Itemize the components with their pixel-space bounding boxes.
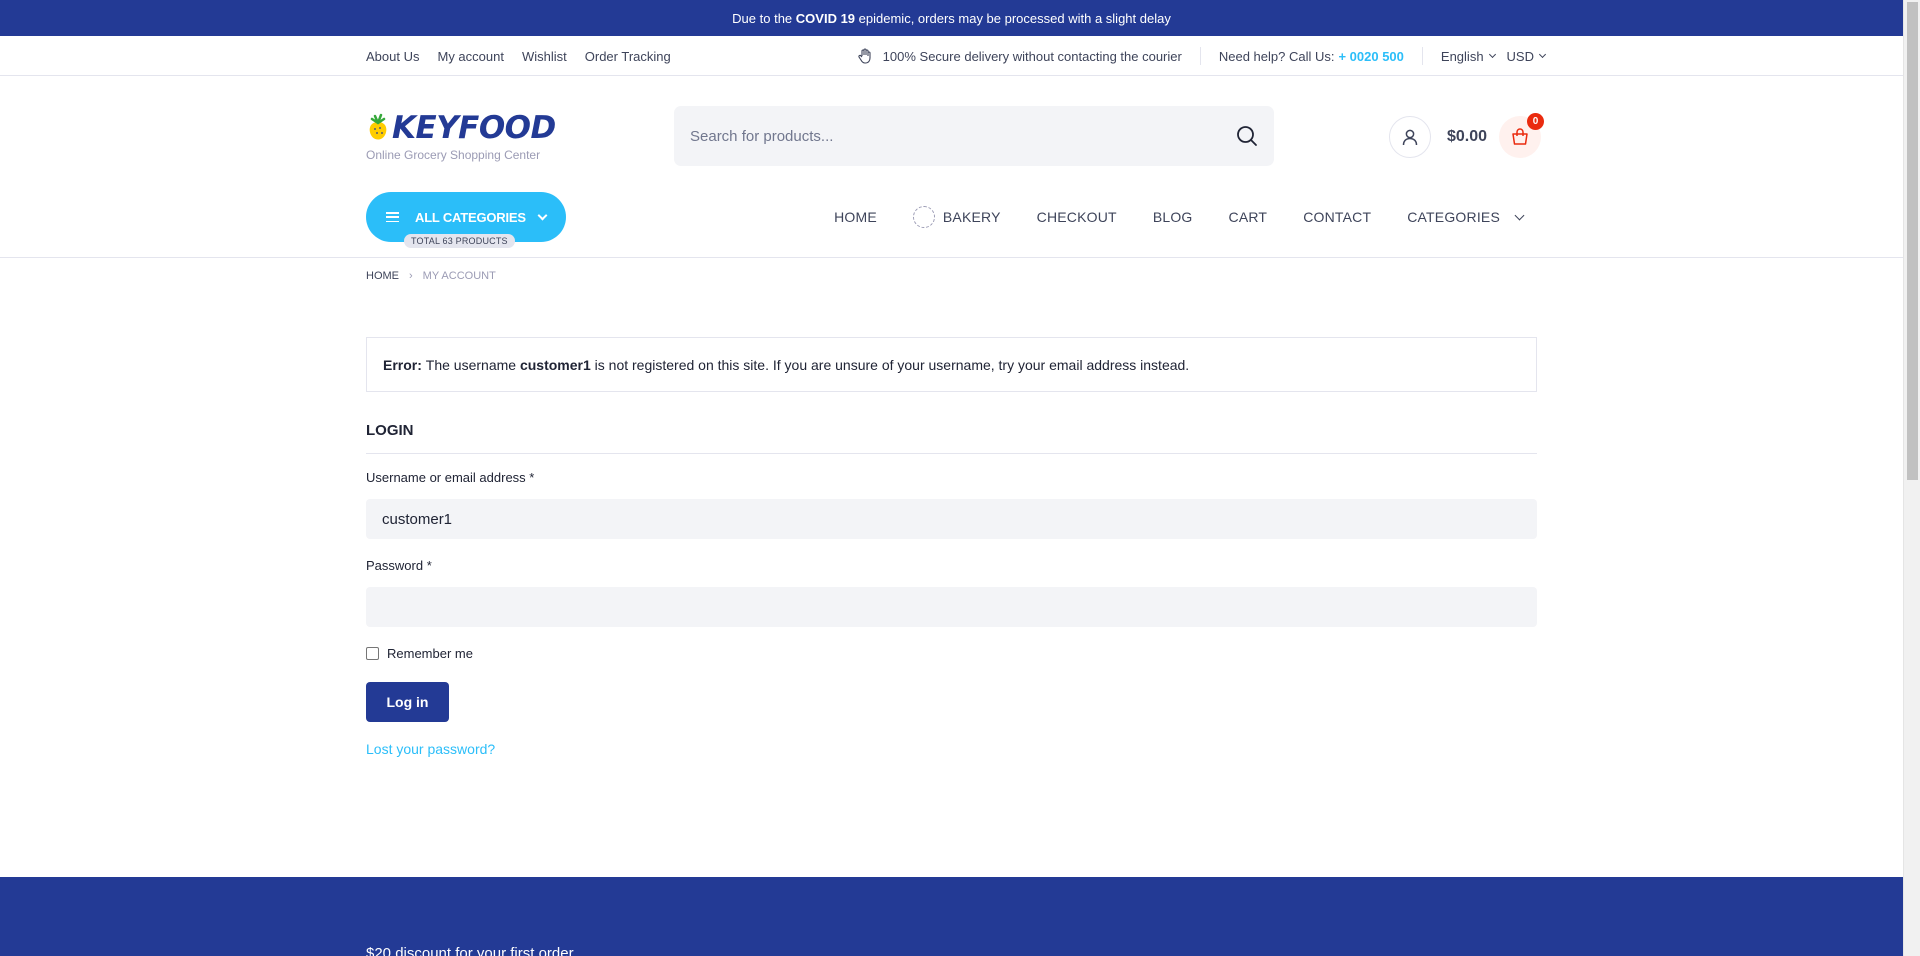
chevron-down-icon: [1514, 210, 1525, 220]
total-products-badge: TOTAL 63 PRODUCTS: [404, 234, 515, 248]
main-nav: HOME BAKERY CHECKOUT BLOG CART CONTACT C…: [834, 192, 1525, 242]
help-line: Need help? Call Us: + 0020 500: [1201, 47, 1423, 65]
footer-promo: $20 discount for your first order: [366, 945, 574, 956]
page: Due to the COVID 19 epidemic, orders may…: [0, 0, 1903, 956]
logo-text: KEYFOOD: [392, 110, 556, 146]
logo[interactable]: KEYFOOD Online Grocery Shopping Center: [366, 110, 556, 162]
remember-me-label: Remember me: [387, 646, 473, 661]
username-field[interactable]: [366, 499, 1537, 539]
cart-count-badge: 0: [1527, 113, 1544, 130]
currency-value: USD: [1506, 48, 1534, 64]
lost-password-link[interactable]: Lost your password?: [366, 741, 495, 757]
page-scrollbar[interactable]: [1903, 0, 1920, 956]
language-value: English: [1440, 48, 1484, 64]
user-icon: [1402, 129, 1418, 146]
nav-cart[interactable]: CART: [1229, 209, 1268, 225]
site-header: KEYFOOD Online Grocery Shopping Center $…: [0, 76, 1903, 258]
currency-select[interactable]: USD: [1506, 48, 1547, 64]
help-text: Need help? Call Us:: [1218, 48, 1335, 64]
nav-bakery[interactable]: BAKERY: [912, 206, 1001, 228]
all-categories-button[interactable]: ALL CATEGORIES TOTAL 63 PRODUCTS: [366, 192, 566, 248]
login-button[interactable]: Log in: [366, 682, 449, 722]
link-my-account[interactable]: My account: [437, 49, 503, 64]
breadcrumb-current: MY ACCOUNT: [422, 270, 496, 282]
header-actions: $0.00 0: [1388, 113, 1544, 158]
language-select[interactable]: English: [1423, 49, 1507, 64]
announcement-suffix: epidemic, orders may be processed with a…: [858, 10, 1171, 26]
announcement-highlight: COVID 19: [795, 10, 856, 26]
breadcrumb: HOME › MY ACCOUNT: [366, 270, 496, 282]
nav-bakery-label: BAKERY: [942, 209, 1001, 225]
chevron-down-icon: [537, 210, 548, 220]
announcement-bar: Due to the COVID 19 epidemic, orders may…: [0, 0, 1903, 36]
logo-wordmark: KEYFOOD: [366, 110, 556, 146]
nav-categories-label: CATEGORIES: [1407, 209, 1500, 225]
secure-delivery: 100% Secure delivery without contacting …: [857, 47, 1201, 65]
breadcrumb-separator-icon: ›: [409, 270, 413, 282]
password-field[interactable]: [366, 587, 1537, 627]
top-links: About Us My account Wishlist Order Track…: [366, 36, 671, 76]
breadcrumb-home[interactable]: HOME: [366, 270, 399, 282]
error-notice: Error: The username customer1 is not reg…: [366, 337, 1537, 392]
scrollbar-thumb[interactable]: [1907, 2, 1918, 480]
secondary-bar: About Us My account Wishlist Order Track…: [0, 36, 1903, 76]
nav-home[interactable]: HOME: [834, 209, 877, 225]
nav-checkout[interactable]: CHECKOUT: [1037, 209, 1117, 225]
cart-button[interactable]: 0: [1499, 113, 1544, 158]
remember-me-checkbox[interactable]: [366, 647, 379, 660]
top-info: 100% Secure delivery without contacting …: [857, 36, 1547, 76]
login-divider: [366, 453, 1537, 454]
menu-icon: [386, 212, 399, 222]
nav-contact[interactable]: CONTACT: [1303, 209, 1371, 225]
nav-blog[interactable]: BLOG: [1153, 209, 1193, 225]
link-order-tracking[interactable]: Order Tracking: [585, 49, 671, 64]
error-text-after: is not registered on this site. If you a…: [594, 356, 1190, 373]
search-bar: [674, 106, 1274, 166]
chevron-down-icon: [1488, 50, 1496, 59]
link-about-us[interactable]: About Us: [366, 49, 419, 64]
search-icon[interactable]: [1236, 125, 1258, 147]
footer-band: $20 discount for your first order: [0, 877, 1903, 956]
error-label: Error:: [383, 356, 422, 373]
cart-total[interactable]: $0.00: [1447, 128, 1487, 146]
hand-icon: [858, 48, 871, 64]
remember-me[interactable]: Remember me: [366, 646, 473, 661]
shopping-bag-icon: [1512, 128, 1528, 145]
strawberry-logo-icon: [369, 113, 387, 140]
password-label: Password *: [366, 558, 432, 573]
error-username: customer1: [519, 356, 591, 373]
link-wishlist[interactable]: Wishlist: [522, 49, 567, 64]
logo-tagline: Online Grocery Shopping Center: [366, 148, 541, 162]
search-input[interactable]: [690, 127, 1236, 145]
nav-categories[interactable]: CATEGORIES: [1407, 209, 1525, 225]
account-button[interactable]: [1388, 116, 1431, 158]
chevron-down-icon: [1538, 50, 1547, 59]
error-text-before: The username: [425, 356, 517, 373]
phone-number[interactable]: + 0020 500: [1338, 49, 1403, 64]
bakery-icon: [912, 206, 935, 228]
login-heading: LOGIN: [366, 422, 414, 439]
secure-delivery-text: 100% Secure delivery without contacting …: [882, 48, 1182, 64]
username-label: Username or email address *: [366, 470, 535, 485]
announcement-prefix: Due to the: [732, 10, 793, 26]
all-categories-label: ALL CATEGORIES: [415, 209, 526, 225]
